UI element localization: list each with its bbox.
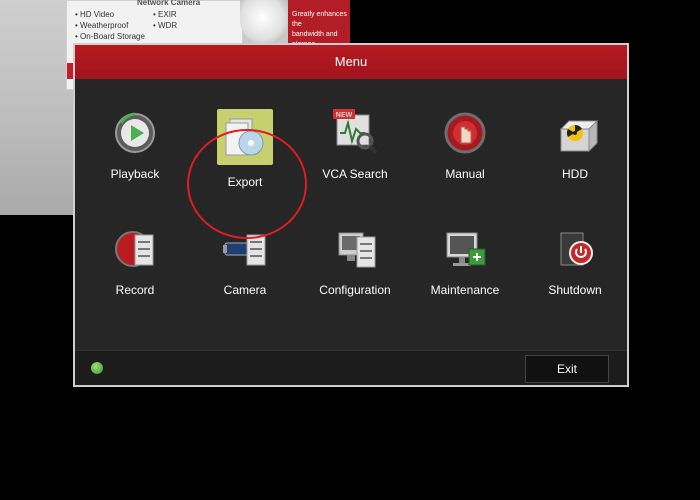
menu-item-label: Configuration (319, 283, 391, 297)
menu-item-label: HDD (562, 167, 588, 181)
menu-item-label: Record (115, 283, 155, 297)
menu-item-record[interactable]: Record (80, 225, 190, 325)
menu-title: Menu (75, 45, 627, 79)
menu-item-label: Export (227, 175, 263, 189)
menu-item-shutdown[interactable]: Shutdown (520, 225, 630, 325)
menu-item-vca-search[interactable]: NEW VCA Search (300, 109, 410, 209)
maintenance-icon (441, 225, 489, 273)
export-icon (217, 109, 273, 165)
record-icon (111, 225, 159, 273)
playback-icon (111, 109, 159, 157)
menu-item-label: Camera (223, 283, 267, 297)
menu-dialog: Menu Playback Export NEW VCA Search Manu… (73, 43, 629, 387)
box-features-col2: • EXIR • WDR (153, 10, 178, 30)
menu-grid: Playback Export NEW VCA Search Manual HD… (75, 79, 627, 337)
box-header: Network Camera (137, 0, 201, 7)
exit-button[interactable]: Exit (525, 355, 609, 383)
menu-item-camera[interactable]: Camera (190, 225, 300, 325)
camera-icon (221, 225, 269, 273)
hdd-icon (551, 109, 599, 157)
status-icon (91, 362, 103, 374)
menu-item-label: Maintenance (430, 283, 500, 297)
box-features-col1: • HD Video • Weatherproof • On-Board Sto… (75, 10, 145, 41)
configuration-icon (331, 225, 379, 273)
menu-item-configuration[interactable]: Configuration (300, 225, 410, 325)
dome-camera (240, 0, 290, 45)
menu-item-export[interactable]: Export (190, 109, 300, 209)
vca-search-icon: NEW (331, 109, 379, 157)
menu-item-hdd[interactable]: HDD (520, 109, 630, 209)
manual-icon (441, 109, 489, 157)
menu-footer: Exit (75, 350, 627, 385)
shutdown-icon (551, 225, 599, 273)
menu-item-label: Playback (110, 167, 160, 181)
menu-item-label: Manual (445, 167, 485, 181)
new-badge: NEW (336, 111, 353, 119)
menu-item-manual[interactable]: Manual (410, 109, 520, 209)
menu-item-label: Shutdown (548, 283, 602, 297)
menu-item-label: VCA Search (322, 167, 388, 181)
menu-item-playback[interactable]: Playback (80, 109, 190, 209)
menu-item-maintenance[interactable]: Maintenance (410, 225, 520, 325)
